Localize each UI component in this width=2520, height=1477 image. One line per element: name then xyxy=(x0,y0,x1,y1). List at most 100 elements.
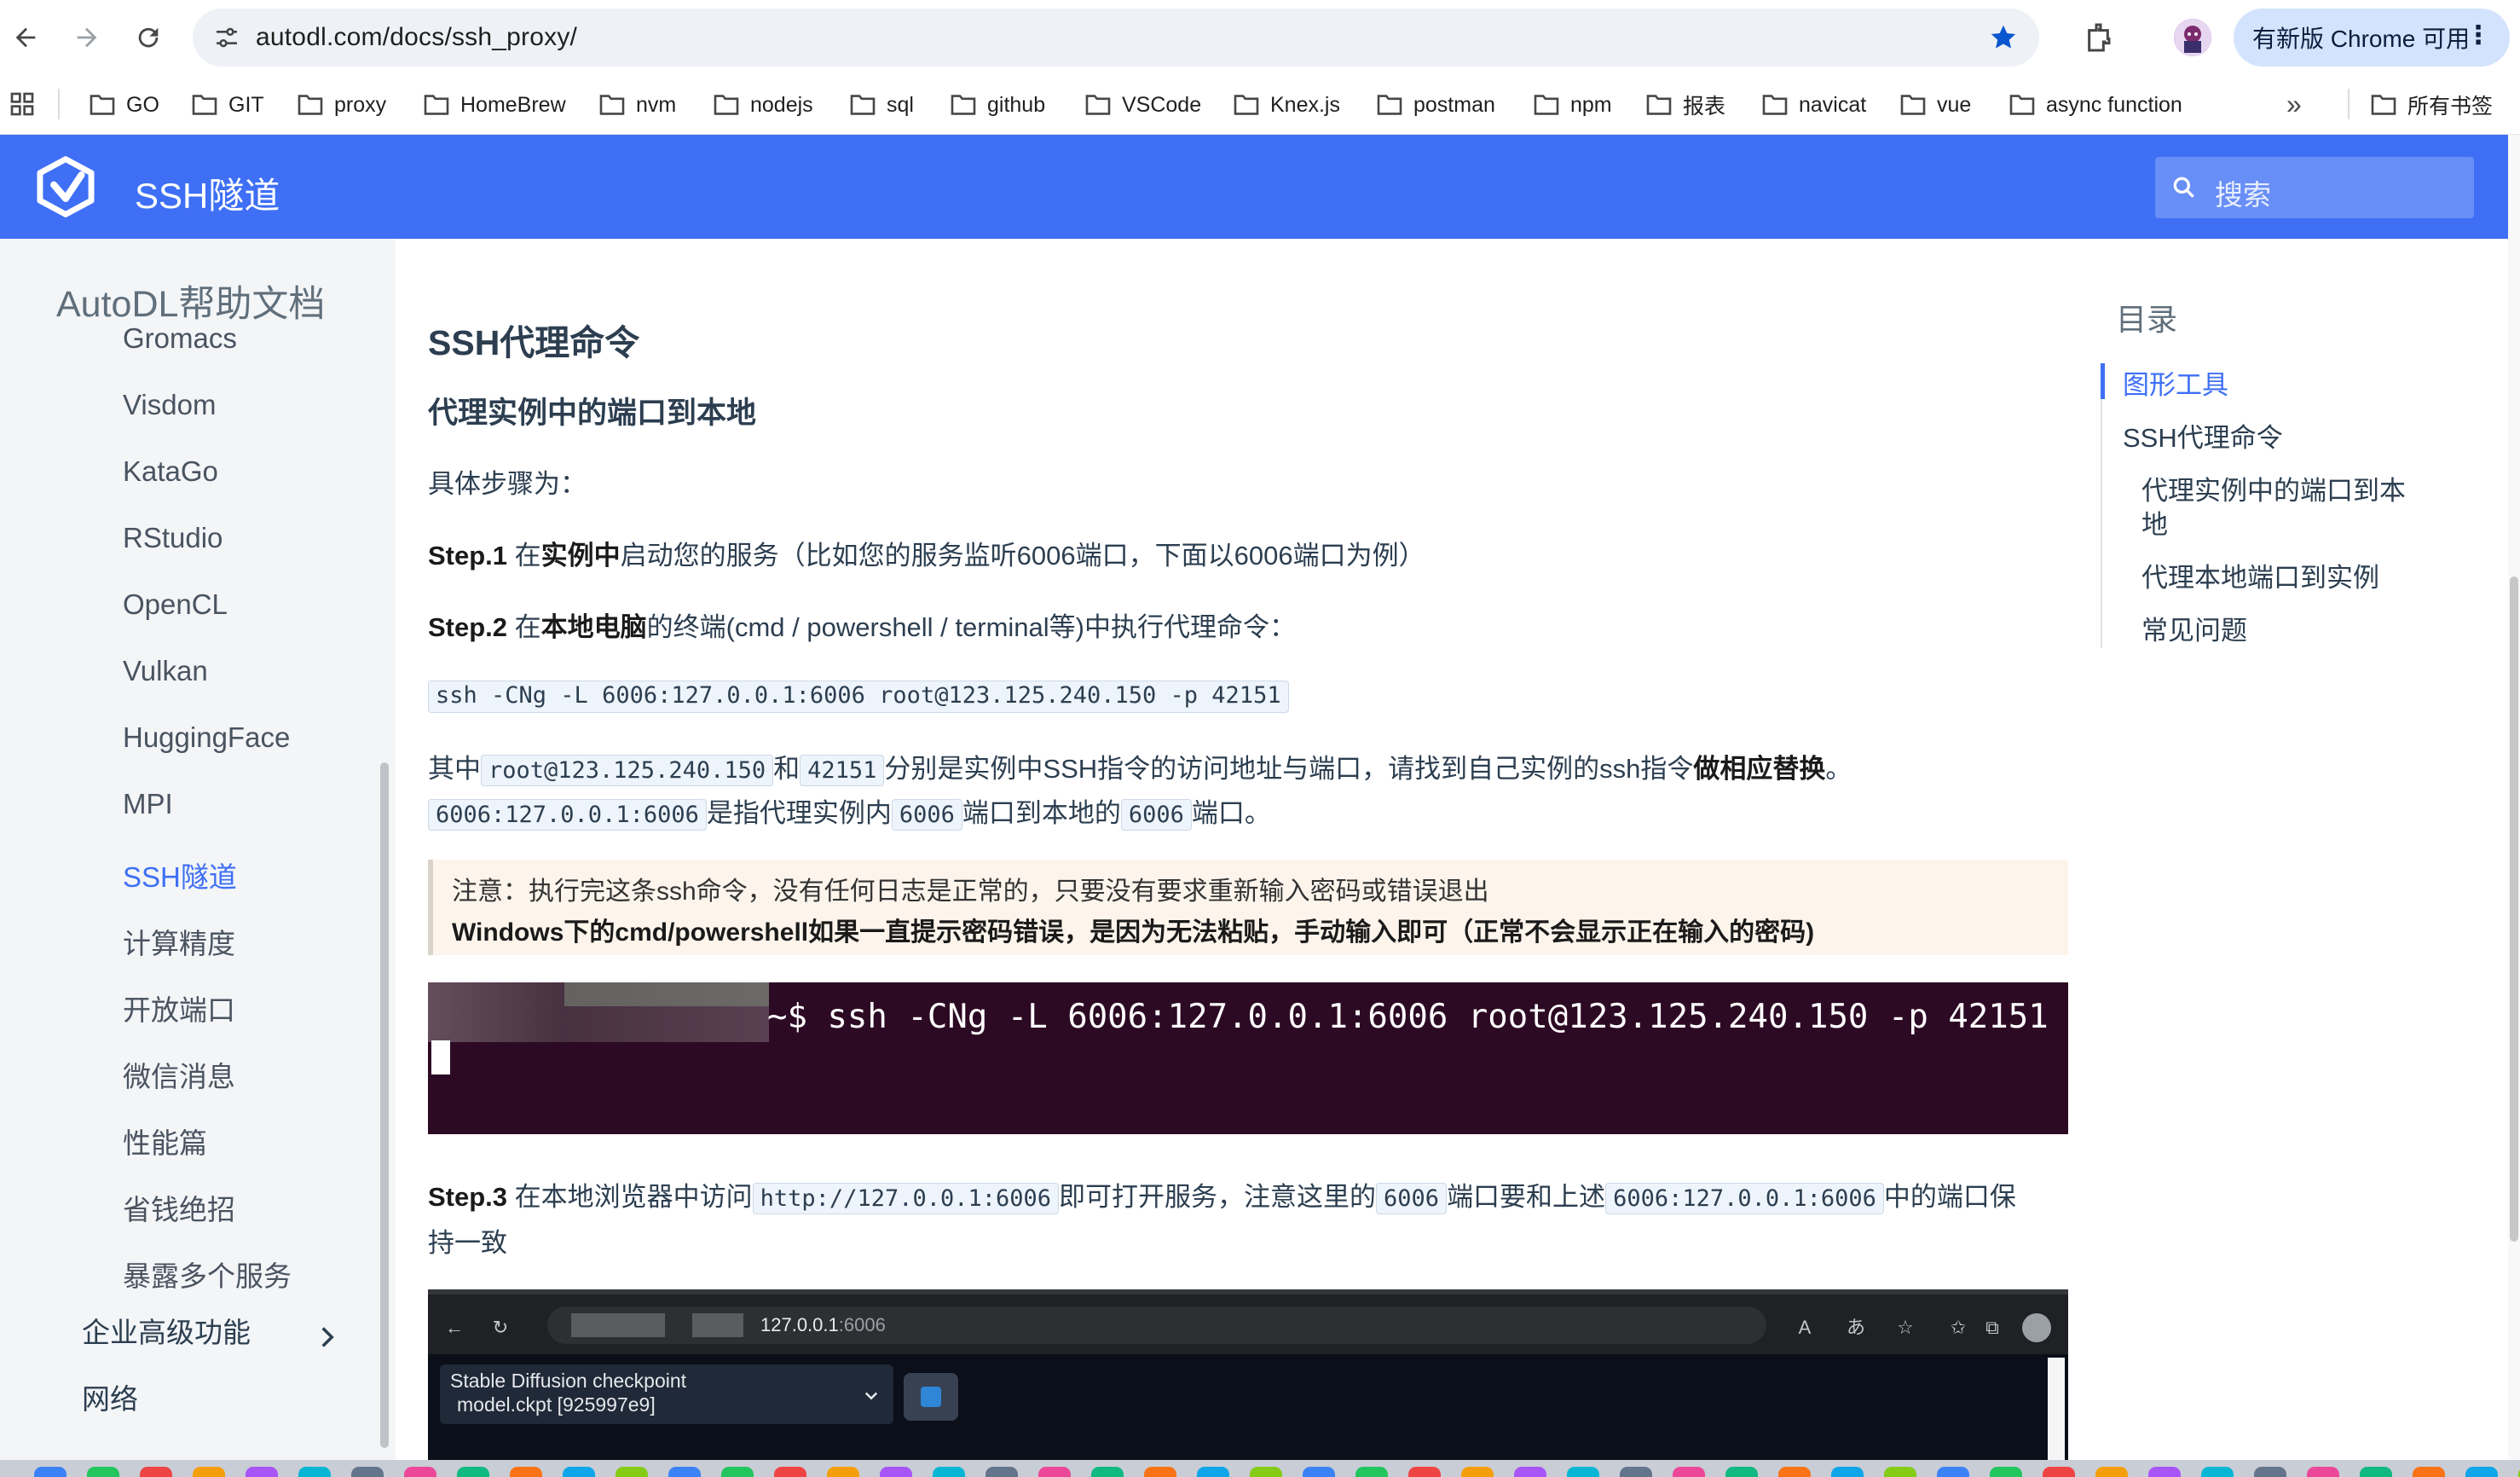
dock-app-icon[interactable] xyxy=(774,1467,806,1477)
dock-app-icon[interactable] xyxy=(880,1467,912,1477)
dock-app-icon[interactable] xyxy=(1937,1467,1969,1477)
dock-app-icon[interactable] xyxy=(2360,1467,2392,1477)
dock-app-icon[interactable] xyxy=(2148,1467,2181,1477)
bookmark-navicat[interactable]: navicat xyxy=(1761,87,1866,123)
sidebar-item-performance[interactable]: 性能篇 xyxy=(123,1121,207,1161)
dock-app-icon[interactable] xyxy=(1303,1467,1335,1477)
sidebar-item-ssh-tunnel[interactable]: SSH隧道 xyxy=(123,854,237,895)
bookmarks-overflow-button[interactable]: » xyxy=(2286,89,2302,120)
sidebar-item-gromacs[interactable]: Gromacs xyxy=(123,322,237,355)
sidebar-item-rstudio[interactable]: RStudio xyxy=(123,522,223,554)
dock-app-icon[interactable] xyxy=(563,1467,595,1477)
dock-app-icon[interactable] xyxy=(1567,1467,1599,1477)
dock-app-icon[interactable] xyxy=(1620,1467,1652,1477)
dock-app-icon[interactable] xyxy=(1144,1467,1176,1477)
sidebar-title[interactable]: AutoDL帮助文档 xyxy=(56,275,325,327)
dock-app-icon[interactable] xyxy=(1197,1467,1229,1477)
back-button[interactable] xyxy=(7,19,44,56)
toc-item-ssh-proxy[interactable]: SSH代理命令 xyxy=(2123,416,2283,455)
dock-app-icon[interactable] xyxy=(2201,1467,2234,1477)
dock-app-icon[interactable] xyxy=(1355,1467,1388,1477)
update-chrome-button[interactable]: 有新版 Chrome 可用 ⋮ xyxy=(2234,9,2510,67)
profile-avatar[interactable] xyxy=(2174,19,2211,56)
sidebar-item-expose-multiple-services[interactable]: 暴露多个服务 xyxy=(123,1254,292,1295)
address-bar[interactable]: autodl.com/docs/ssh_proxy/ xyxy=(193,9,2039,67)
chevron-right-icon[interactable] xyxy=(317,1325,338,1349)
bookmark-async-function[interactable]: async function xyxy=(2008,87,2182,123)
bookmark-postman[interactable]: postman xyxy=(1376,87,1495,123)
dock-app-icon[interactable] xyxy=(1778,1467,1811,1477)
dock-app-icon[interactable] xyxy=(1091,1467,1124,1477)
dock-app-icon[interactable] xyxy=(1461,1467,1494,1477)
sidebar-item-opencl[interactable]: OpenCL xyxy=(123,588,228,621)
bookmark-github[interactable]: github xyxy=(950,87,1045,123)
dock-app-icon[interactable] xyxy=(87,1467,119,1477)
sidebar-item-visdom[interactable]: Visdom xyxy=(123,389,216,421)
sidebar-item-vulkan[interactable]: Vulkan xyxy=(123,655,208,687)
toc-item-faq[interactable]: 常见问题 xyxy=(2141,609,2247,647)
autodl-logo-icon[interactable] xyxy=(34,155,97,218)
sidebar-item-cost-saving[interactable]: 省钱绝招 xyxy=(123,1187,235,1228)
dock-app-icon[interactable] xyxy=(933,1467,965,1477)
forward-button[interactable] xyxy=(68,19,106,56)
ssh-command-code[interactable]: ssh -CNg -L 6006:127.0.0.1:6006 root@123… xyxy=(428,681,1289,713)
dock-app-icon[interactable] xyxy=(1831,1467,1864,1477)
sidebar-item-wechat-messages[interactable]: 微信消息 xyxy=(123,1054,235,1095)
sidebar-item-compute-precision[interactable]: 计算精度 xyxy=(123,921,235,962)
dock-app-icon[interactable] xyxy=(616,1467,648,1477)
dock-app-icon[interactable] xyxy=(34,1467,66,1477)
dock-app-icon[interactable] xyxy=(510,1467,542,1477)
dock-app-icon[interactable] xyxy=(457,1467,489,1477)
site-info-icon[interactable] xyxy=(213,24,240,51)
sidebar-item-huggingface[interactable]: HuggingFace xyxy=(123,721,290,754)
bookmark-nvm[interactable]: nvm xyxy=(598,87,676,123)
dock-app-icon[interactable] xyxy=(668,1467,701,1477)
bookmark-vscode[interactable]: VSCode xyxy=(1084,87,1201,123)
sidebar-group-network[interactable]: 网络 xyxy=(82,1376,138,1417)
dock-app-icon[interactable] xyxy=(721,1467,754,1477)
dock-app-icon[interactable] xyxy=(298,1467,331,1477)
dock-app-icon[interactable] xyxy=(2254,1467,2286,1477)
sidebar-group-enterprise[interactable]: 企业高级功能 xyxy=(82,1310,251,1351)
toc-item-graphics-tools[interactable]: 图形工具 xyxy=(2123,363,2228,402)
toc-item-proxy-to-local[interactable]: 代理实例中的端口到本 xyxy=(2141,469,2406,507)
toc-item-proxy-to-local-wrap[interactable]: 地 xyxy=(2141,503,2168,542)
dock-app-icon[interactable] xyxy=(2043,1467,2075,1477)
sidebar-item-mpi[interactable]: MPI xyxy=(123,788,173,820)
bookmark-proxy[interactable]: proxy xyxy=(297,87,386,123)
dock-app-icon[interactable] xyxy=(2413,1467,2445,1477)
dock-app-icon[interactable] xyxy=(246,1467,278,1477)
extensions-puzzle-icon[interactable] xyxy=(2084,20,2118,55)
dock-app-icon[interactable] xyxy=(1990,1467,2022,1477)
dock-app-icon[interactable] xyxy=(351,1467,384,1477)
dock-app-icon[interactable] xyxy=(1514,1467,1546,1477)
bookmark-reports[interactable]: 报表 xyxy=(1645,87,1725,123)
bookmark-git[interactable]: GIT xyxy=(191,87,264,123)
url-text[interactable]: autodl.com/docs/ssh_proxy/ xyxy=(256,23,577,52)
bookmark-vue[interactable]: vue xyxy=(1899,87,1971,123)
dock-app-icon[interactable] xyxy=(1408,1467,1441,1477)
reload-button[interactable] xyxy=(130,19,167,56)
dock-app-icon[interactable] xyxy=(1884,1467,1916,1477)
bookmark-npm[interactable]: npm xyxy=(1533,87,1612,123)
bookmark-knexjs[interactable]: Knex.js xyxy=(1233,87,1340,123)
bookmark-sql[interactable]: sql xyxy=(849,87,914,123)
dock-app-icon[interactable] xyxy=(2465,1467,2498,1477)
dock-app-icon[interactable] xyxy=(1250,1467,1282,1477)
sidebar-item-katago[interactable]: KataGo xyxy=(123,455,218,488)
toc-item-proxy-to-instance[interactable]: 代理本地端口到实例 xyxy=(2141,556,2379,594)
search-input[interactable]: 搜索 xyxy=(2155,157,2474,218)
bookmark-nodejs[interactable]: nodejs xyxy=(713,87,813,123)
dock-app-icon[interactable] xyxy=(2095,1467,2128,1477)
dock-app-icon[interactable] xyxy=(193,1467,225,1477)
sidebar-item-open-ports[interactable]: 开放端口 xyxy=(123,988,235,1028)
apps-grid-icon[interactable] xyxy=(9,90,36,118)
bookmark-star-icon[interactable] xyxy=(1988,22,2019,53)
dock-app-icon[interactable] xyxy=(827,1467,859,1477)
more-menu-icon[interactable]: ⋮ xyxy=(2465,20,2491,50)
dock-app-icon[interactable] xyxy=(1673,1467,1705,1477)
dock-app-icon[interactable] xyxy=(1038,1467,1071,1477)
page-scrollbar-thumb[interactable] xyxy=(2510,576,2518,1242)
sidebar-scrollbar[interactable] xyxy=(380,762,389,1448)
bookmark-homebrew[interactable]: HomeBrew xyxy=(423,87,566,123)
